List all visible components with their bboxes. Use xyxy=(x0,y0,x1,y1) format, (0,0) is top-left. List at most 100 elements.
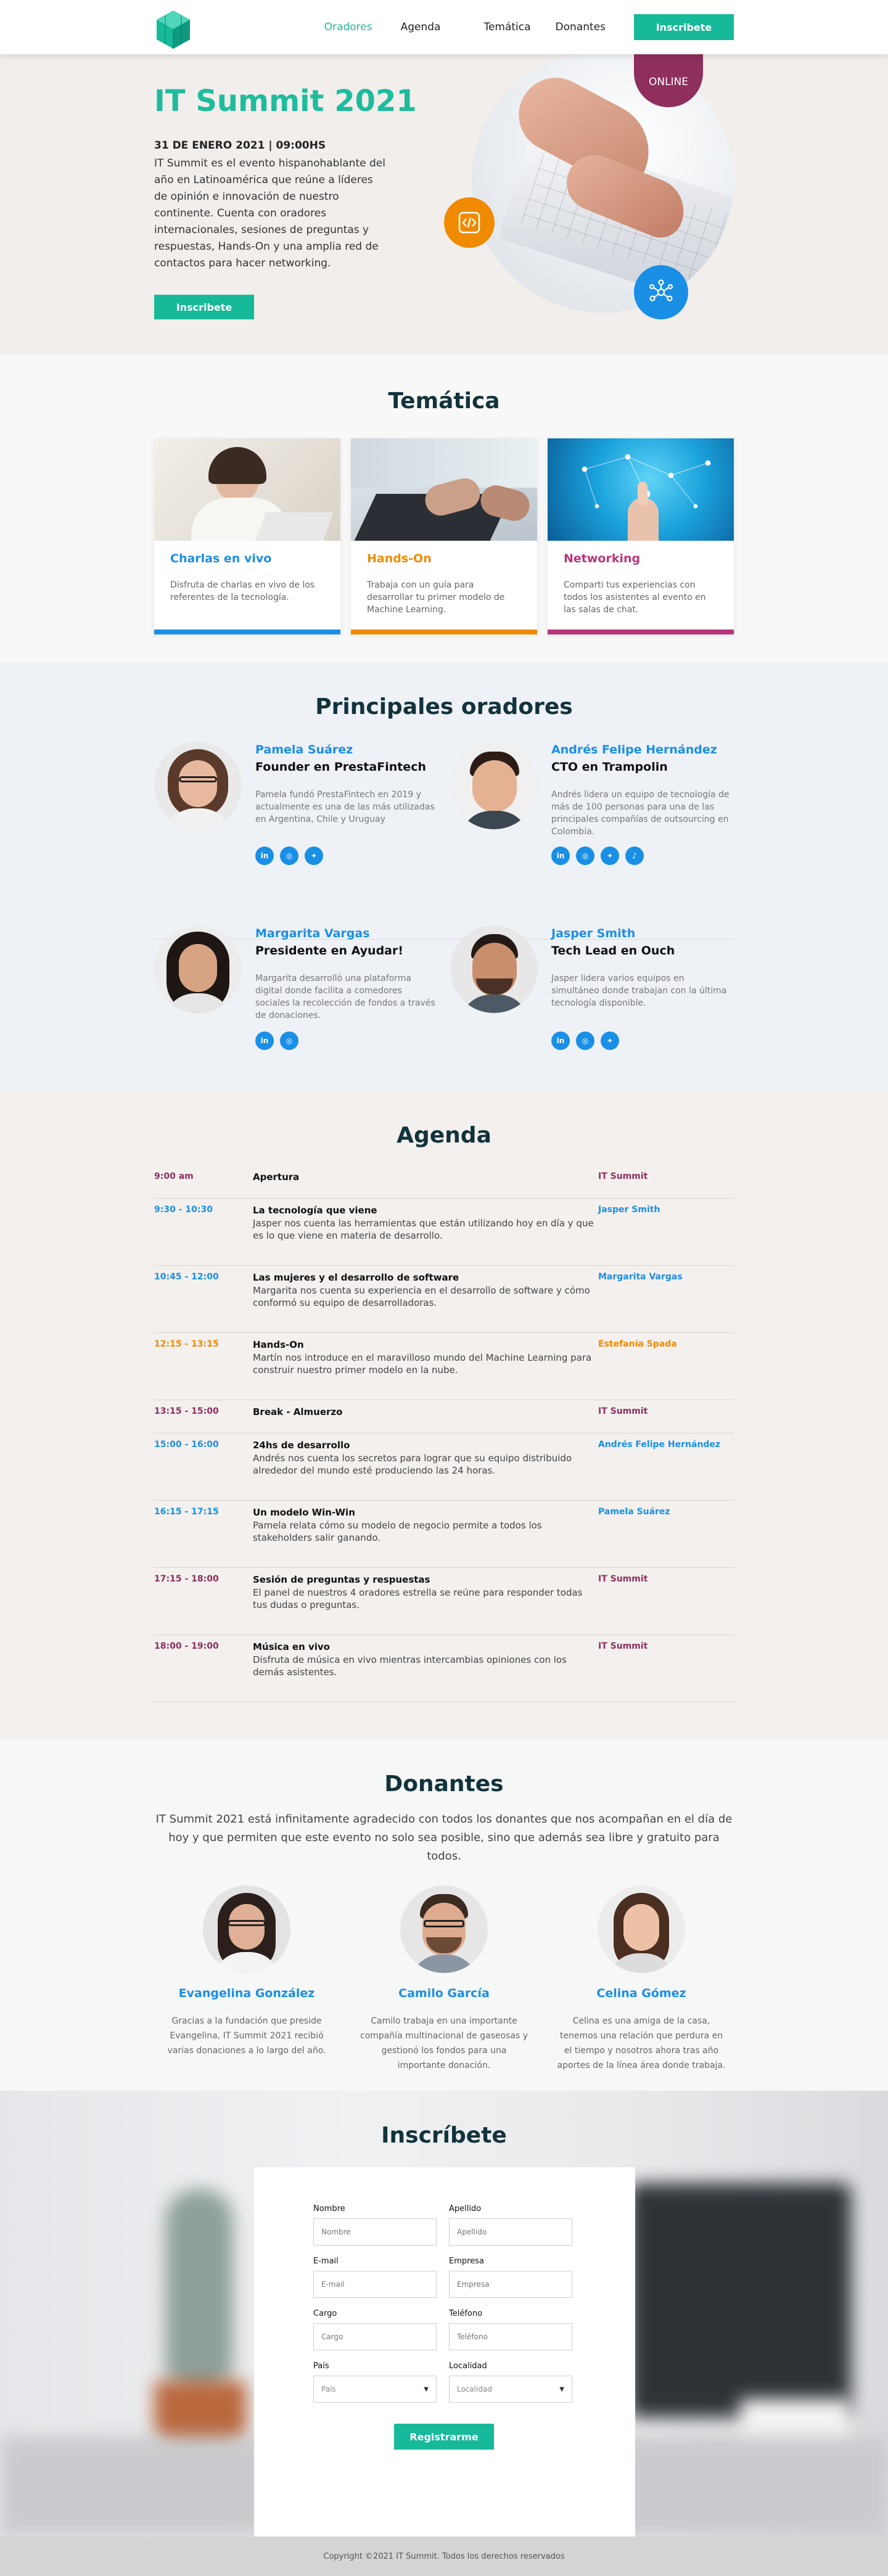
speaker-role: Tech Lead en Ouch xyxy=(551,944,675,958)
nav-inscribete-button[interactable]: Inscribete xyxy=(634,14,734,40)
speaker-card: Pamela Suárez Founder en PrestaFintech P… xyxy=(154,742,438,901)
instagram-icon[interactable]: ◎ xyxy=(576,1032,594,1050)
registrarme-button[interactable]: Registrarme xyxy=(394,2424,494,2450)
instagram-icon[interactable]: ◎ xyxy=(280,847,298,865)
field-label: Empresa xyxy=(449,2257,484,2266)
agenda-description: Disfruta de música en vivo mientras inte… xyxy=(253,1654,567,1678)
agenda-time: 9:00 am xyxy=(154,1171,194,1181)
linkedin-icon[interactable]: in xyxy=(255,847,274,865)
hero-title: IT Summit 2021 xyxy=(154,84,417,118)
empresa-input[interactable] xyxy=(449,2271,572,2298)
hero-description: IT Summit es el evento hispanohablante d… xyxy=(154,157,385,269)
linkedin-icon[interactable]: in xyxy=(255,1032,274,1050)
nav-link-agenda[interactable]: Agenda xyxy=(401,21,441,33)
speaker-card: Andrés Felipe Hernández CTO en Trampolin… xyxy=(450,742,734,901)
field-email: E-mail xyxy=(313,2257,437,2298)
email-input[interactable] xyxy=(313,2271,437,2298)
avatar xyxy=(400,1885,488,1973)
agenda-speaker: Estefanía Spada xyxy=(598,1339,677,1349)
field-localidad: Localidad Localidad ▼ xyxy=(449,2361,572,2403)
agenda-speaker: Pamela Suárez xyxy=(598,1507,670,1517)
card-text: Comparti tus experiencias con todos los … xyxy=(564,580,706,615)
card-text: Disfruta de charlas en vivo de los refer… xyxy=(170,580,315,602)
twitter-icon[interactable]: ✦ xyxy=(601,847,619,865)
card-hands-on[interactable]: Hands-On Trabaja con un guía para desarr… xyxy=(351,438,537,634)
speaker-name: Andrés Felipe Hernández xyxy=(551,743,717,757)
donor-card: Celina Gómez Celina es una amiga de la c… xyxy=(549,1885,734,2073)
nav-link-tematica[interactable]: Temática xyxy=(483,21,530,33)
inscribete-title: Inscríbete xyxy=(381,2123,507,2148)
twitter-icon[interactable]: ✦ xyxy=(305,847,323,865)
telefono-input[interactable] xyxy=(449,2323,572,2350)
charlas-image xyxy=(154,438,340,541)
agenda-speaker: IT Summit xyxy=(598,1171,648,1181)
donor-text: Camilo trabaja en una importante compañí… xyxy=(360,2016,528,2070)
agenda-section: Agenda 9:00 am Apertura IT Summit 9:30 - 10… xyxy=(0,1091,888,1739)
tematica-section: Temática Charlas en vivo Disfruta de cha… xyxy=(0,355,888,662)
hero-inscribete-button[interactable]: Inscribete xyxy=(154,295,254,319)
agenda-speaker: Andrés Felipe Hernández xyxy=(598,1440,721,1450)
donor-name: Celina Gómez xyxy=(596,1987,686,2000)
background-monitor xyxy=(629,2183,851,2418)
agenda-title-text: 24hs de desarrollo xyxy=(253,1440,350,1451)
networking-image xyxy=(548,438,734,541)
agenda-time: 17:15 - 18:00 xyxy=(154,1574,219,1584)
speaker-card: Margarita Vargas Presidente en Ayudar! M… xyxy=(154,925,438,1055)
agenda-title-text: Apertura xyxy=(253,1171,300,1183)
copyright-text: Copyright ©2021 IT Summit. Todos los der… xyxy=(323,2551,565,2561)
field-empresa: Empresa xyxy=(449,2257,572,2298)
agenda-speaker: Margarita Vargas xyxy=(598,1272,683,1282)
linkedin-icon[interactable]: in xyxy=(551,847,570,865)
nav-link-oradores[interactable]: Oradores xyxy=(324,21,372,33)
speaker-bio: Andrés lidera un equipo de tecnología de… xyxy=(551,790,730,837)
nav-link-donantes[interactable]: Donantes xyxy=(556,21,606,33)
cargo-input[interactable] xyxy=(313,2323,437,2350)
top-navbar: Oradores Agenda Temática Donantes Inscri… xyxy=(0,0,888,54)
card-accent-bar xyxy=(351,630,537,634)
card-title: Charlas en vivo xyxy=(170,552,272,565)
nombre-input[interactable] xyxy=(313,2218,437,2246)
agenda-row: 17:15 - 18:00 Sesión de preguntas y respu… xyxy=(154,1568,734,1635)
linkedin-icon[interactable]: in xyxy=(551,1032,570,1050)
pais-select[interactable]: País ▼ xyxy=(313,2376,437,2403)
agenda-time: 12:15 - 13:15 xyxy=(154,1339,219,1349)
agenda-title-text: Break - Almuerzo xyxy=(253,1406,343,1417)
speaker-bio: Margarita desarrolló una plataforma digi… xyxy=(255,974,435,1020)
donor-name: Camilo García xyxy=(398,1987,490,2000)
logo-icon[interactable] xyxy=(154,9,192,50)
card-networking[interactable]: Networking Comparti tus experiencias con… xyxy=(548,438,734,634)
donantes-intro: IT Summit 2021 está infinitamente agrade… xyxy=(155,1813,733,1863)
agenda-row: 13:15 - 15:00 Break - Almuerzo IT Summit xyxy=(154,1400,734,1434)
hands-on-image xyxy=(351,438,537,541)
card-text: Trabaja con un guía para desarrollar tu … xyxy=(367,580,505,615)
agenda-row: 15:00 - 16:00 24hs de desarrollo Andrés no… xyxy=(154,1434,734,1501)
donantes-title: Donantes xyxy=(384,1771,504,1797)
donor-text: Gracias a la fundación que preside Evang… xyxy=(167,2016,326,2056)
tiktok-icon[interactable]: ♪ xyxy=(625,847,644,865)
instagram-icon[interactable]: ◎ xyxy=(576,847,594,865)
agenda-title-text: Un modelo Win-Win xyxy=(253,1507,355,1518)
twitter-icon[interactable]: ✦ xyxy=(601,1032,619,1050)
speaker-bio: Jasper lidera varios equipos en simultán… xyxy=(551,974,727,1008)
apellido-input[interactable] xyxy=(449,2218,572,2246)
oradores-section: Principales oradores Pamela Suárez Found… xyxy=(0,662,888,1091)
agenda-row: 18:00 - 19:00 Música en vivo Disfruta de m… xyxy=(154,1635,734,1702)
select-value: Localidad xyxy=(457,2385,493,2393)
agenda-description: Pamela relata cómo su modelo de negocio … xyxy=(253,1520,542,1543)
registration-form: Nombre Apellido E-mail Empresa Cargo Tel… xyxy=(254,2167,635,2537)
hero-date: 31 DE ENERO 2021 | 09:00HS xyxy=(154,139,326,152)
field-label: Localidad xyxy=(449,2361,487,2371)
agenda-list: 9:00 am Apertura IT Summit 9:30 - 10:30 La t… xyxy=(154,1165,734,1702)
agenda-speaker: IT Summit xyxy=(598,1641,648,1651)
speaker-name: Jasper Smith xyxy=(551,927,636,940)
instagram-icon[interactable]: ◎ xyxy=(280,1032,298,1050)
card-charlas[interactable]: Charlas en vivo Disfruta de charlas en v… xyxy=(154,438,340,634)
caret-down-icon: ▼ xyxy=(559,2385,564,2393)
localidad-select[interactable]: Localidad ▼ xyxy=(449,2376,572,2403)
agenda-title-text: Las mujeres y el desarrollo de software xyxy=(253,1272,459,1283)
select-value: País xyxy=(321,2385,336,2393)
agenda-time: 18:00 - 19:00 xyxy=(154,1641,219,1651)
donor-name: Evangelina González xyxy=(178,1987,315,2000)
background-cactus xyxy=(165,2189,233,2393)
card-title: Networking xyxy=(564,552,641,565)
